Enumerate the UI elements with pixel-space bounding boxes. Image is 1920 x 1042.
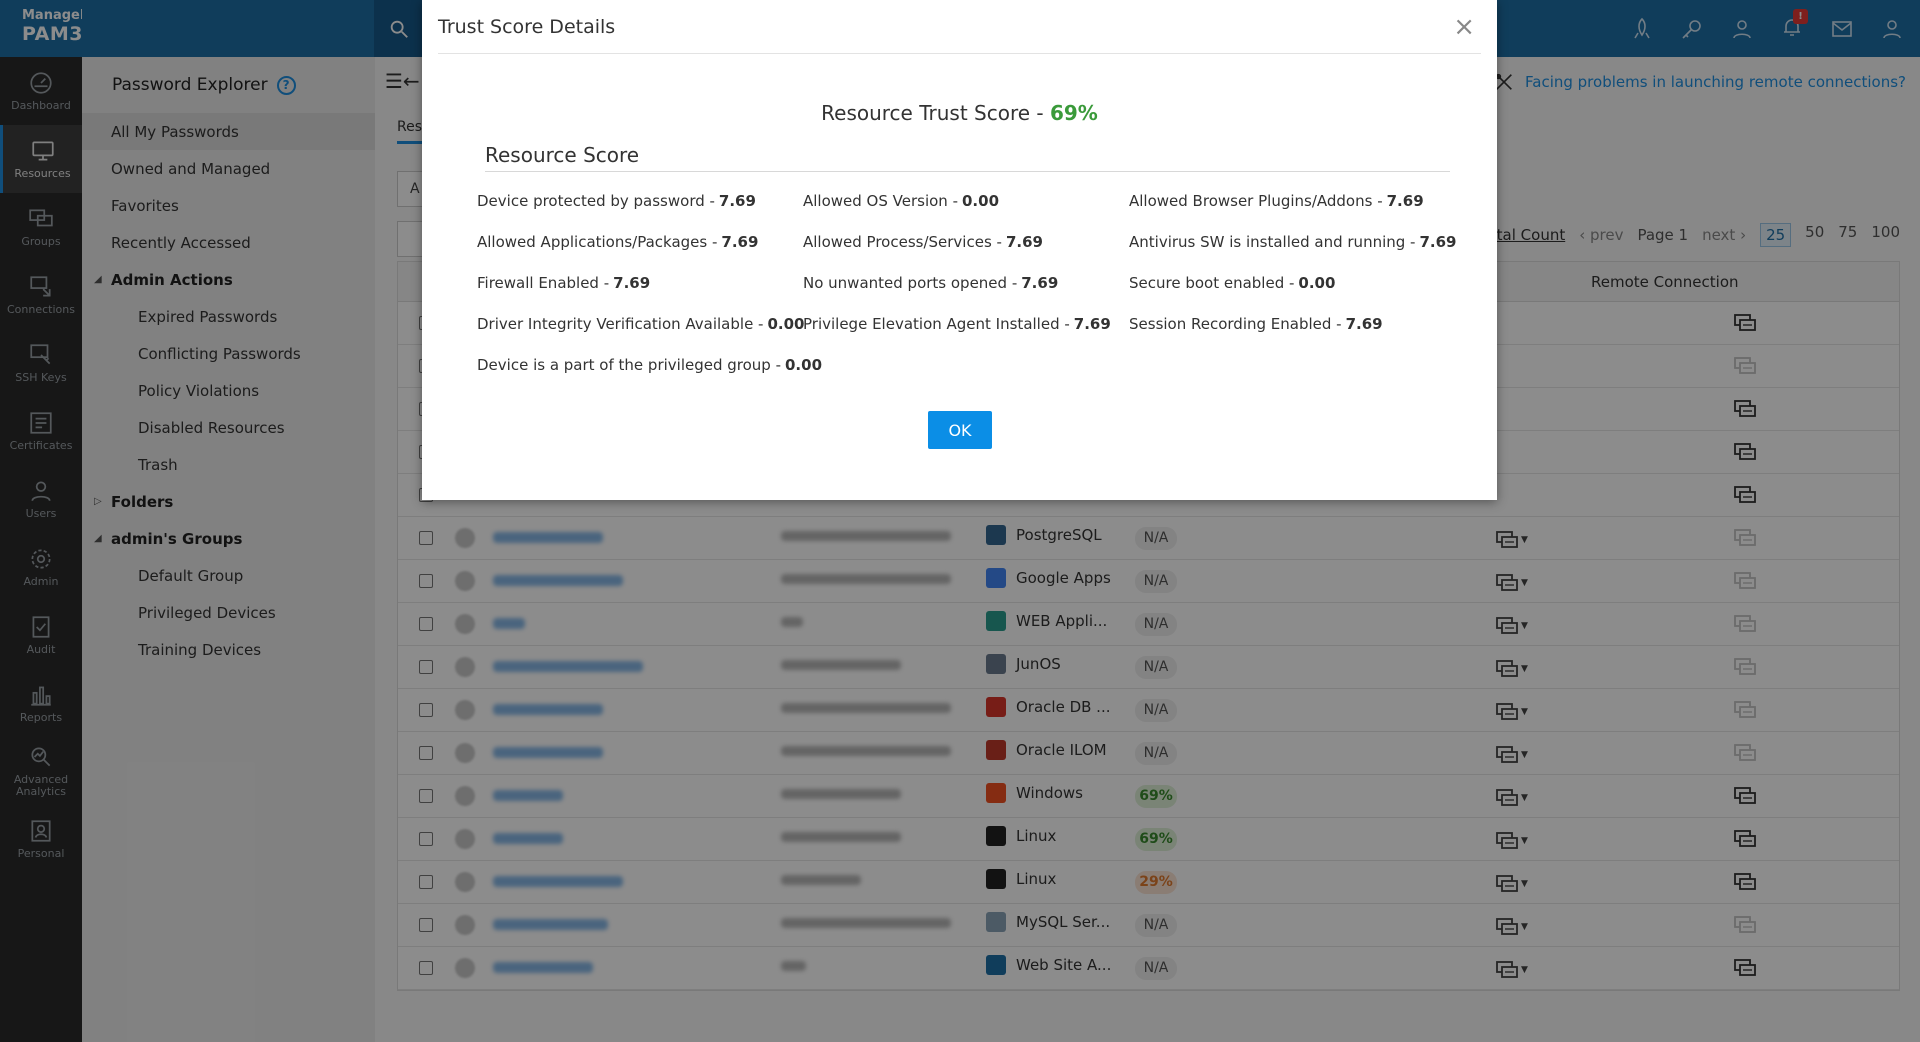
close-icon[interactable]: × bbox=[1447, 12, 1481, 42]
score-item: Privilege Elevation Agent Installed -7.6… bbox=[803, 303, 1129, 344]
score-item-label: Allowed Browser Plugins/Addons - bbox=[1129, 191, 1383, 210]
trust-score-label: Resource Trust Score - bbox=[821, 101, 1050, 125]
score-item-value: 0.00 bbox=[962, 191, 1000, 210]
modal-overlay[interactable]: Trust Score Details × Resource Trust Sco… bbox=[0, 0, 1920, 1042]
score-item-label: Allowed OS Version - bbox=[803, 191, 958, 210]
resource-trust-score: Resource Trust Score - 69% bbox=[422, 101, 1497, 125]
score-item-value: 7.69 bbox=[1005, 232, 1043, 251]
score-item: Allowed Applications/Packages -7.69 bbox=[477, 221, 803, 262]
score-item-label: Firewall Enabled - bbox=[477, 273, 610, 292]
score-item: Driver Integrity Verification Available … bbox=[477, 303, 805, 344]
trust-score-value: 69% bbox=[1049, 101, 1098, 125]
ok-button[interactable]: OK bbox=[928, 411, 992, 449]
score-item-label: Device is a part of the privileged group… bbox=[477, 355, 781, 374]
dialog-title: Trust Score Details bbox=[438, 15, 616, 38]
score-item-value: 7.69 bbox=[1021, 273, 1059, 292]
score-item-value: 0.00 bbox=[785, 355, 823, 374]
score-item-label: Privilege Elevation Agent Installed - bbox=[803, 314, 1070, 333]
score-item-value: 0.00 bbox=[767, 314, 805, 333]
score-item: Allowed Browser Plugins/Addons -7.69 bbox=[1129, 180, 1449, 221]
score-item: Antivirus SW is installed and running -7… bbox=[1129, 221, 1456, 262]
score-item-label: Driver Integrity Verification Available … bbox=[477, 314, 764, 333]
score-item-label: Secure boot enabled - bbox=[1129, 273, 1295, 292]
score-item-label: Allowed Applications/Packages - bbox=[477, 232, 718, 251]
score-item: Allowed OS Version -0.00 bbox=[803, 180, 1129, 221]
score-grid: Device protected by password -7.69 Allowe… bbox=[477, 180, 1497, 385]
score-item-label: Allowed Process/Services - bbox=[803, 232, 1002, 251]
score-item-value: 7.69 bbox=[1386, 191, 1424, 210]
score-item: Secure boot enabled -0.00 bbox=[1129, 262, 1449, 303]
score-item: Firewall Enabled -7.69 bbox=[477, 262, 803, 303]
score-item: Session Recording Enabled -7.69 bbox=[1129, 303, 1449, 344]
score-item-value: 7.69 bbox=[718, 191, 756, 210]
resource-score-title: Resource Score bbox=[485, 143, 1450, 172]
score-item-label: Device protected by password - bbox=[477, 191, 715, 210]
trust-score-dialog: Trust Score Details × Resource Trust Sco… bbox=[422, 0, 1497, 500]
score-item-label: Antivirus SW is installed and running - bbox=[1129, 232, 1416, 251]
score-item: Device is a part of the privileged group… bbox=[477, 344, 822, 385]
score-item-value: 7.69 bbox=[1419, 232, 1457, 251]
score-item-value: 7.69 bbox=[613, 273, 651, 292]
score-item-value: 7.69 bbox=[1073, 314, 1111, 333]
score-item: Device protected by password -7.69 bbox=[477, 180, 803, 221]
score-item-value: 7.69 bbox=[721, 232, 759, 251]
score-item: No unwanted ports opened -7.69 bbox=[803, 262, 1129, 303]
score-item-label: Session Recording Enabled - bbox=[1129, 314, 1342, 333]
score-item-label: No unwanted ports opened - bbox=[803, 273, 1018, 292]
score-item: Allowed Process/Services -7.69 bbox=[803, 221, 1129, 262]
score-item-value: 7.69 bbox=[1345, 314, 1383, 333]
score-item-value: 0.00 bbox=[1298, 273, 1336, 292]
dialog-header: Trust Score Details × bbox=[438, 0, 1481, 54]
